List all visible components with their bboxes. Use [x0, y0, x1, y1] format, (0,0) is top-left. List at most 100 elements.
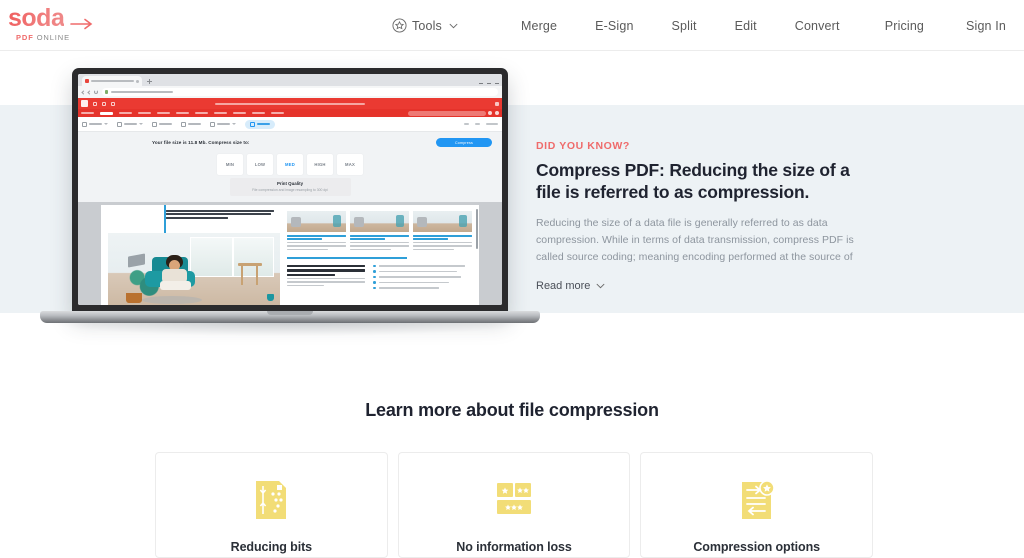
photo-laptop — [128, 253, 145, 267]
browser-tab[interactable] — [82, 76, 142, 86]
ribbon-tab-sign[interactable] — [233, 112, 246, 114]
help-icon[interactable] — [495, 101, 499, 106]
brand-logo[interactable]: soda PDF ONLINE — [8, 6, 104, 42]
zoom-control[interactable] — [486, 123, 498, 125]
ribbon-tab-edit[interactable] — [119, 112, 132, 114]
new-tab-icon[interactable] — [147, 79, 152, 84]
learn-more-cards: Reducing bits No information loss Compre… — [155, 452, 874, 558]
document-mini-cards — [287, 210, 472, 251]
quality-option-min-label: MIN — [225, 162, 235, 167]
nav-item-tools[interactable]: Tools — [392, 18, 458, 33]
mini-card-paragraph — [350, 242, 409, 251]
toolbar-export[interactable] — [117, 121, 143, 127]
save-icon[interactable] — [93, 101, 97, 106]
photo-plant-pot — [126, 292, 142, 303]
split-icon — [181, 121, 186, 127]
print-icon[interactable] — [102, 101, 106, 106]
ribbon-actions[interactable] — [495, 101, 499, 106]
toolbar-split[interactable] — [181, 121, 201, 127]
compress-submit-button[interactable]: Compress — [436, 138, 492, 147]
forward-icon[interactable] — [87, 89, 92, 95]
brand-tagline: PDF ONLINE — [16, 33, 70, 42]
card-no-information-loss[interactable]: No information loss — [397, 452, 631, 558]
ribbon-tab-forms[interactable] — [195, 112, 208, 114]
document-mini-card — [287, 210, 346, 251]
laptop-mockup: Your file size is 11.8 Mb. Compress size… — [40, 68, 540, 336]
card-reducing-bits[interactable]: Reducing bits — [155, 452, 388, 558]
ribbon-tab-connect[interactable] — [271, 112, 284, 114]
minimize-icon[interactable] — [479, 83, 483, 84]
ribbon-tab-review[interactable] — [176, 112, 189, 114]
export-icon — [117, 121, 122, 127]
quality-options: MIN LOW MED HIGH MAX — [78, 154, 502, 175]
toolbar-merge[interactable] — [152, 121, 172, 127]
toolbar-create[interactable] — [82, 121, 108, 127]
browser-nav-icons[interactable] — [81, 89, 98, 95]
toolbar-create-label — [89, 123, 102, 125]
chevron-down-icon — [139, 123, 143, 125]
document-left-column — [101, 204, 283, 305]
ribbon-tab-batch[interactable] — [252, 112, 265, 114]
nav-item-split[interactable]: Split — [672, 19, 697, 33]
brand-tagline-pdf: PDF — [16, 33, 34, 42]
close-window-icon[interactable] — [495, 83, 499, 84]
nav-links: Merge E-Sign Split Edit Convert — [521, 19, 840, 33]
read-more-button[interactable]: Read more — [536, 280, 605, 292]
nav-item-pricing[interactable]: Pricing — [885, 19, 924, 33]
star-circle-icon — [392, 18, 407, 33]
url-input[interactable] — [102, 88, 498, 96]
nav-item-merge[interactable]: Merge — [521, 19, 557, 33]
document-arrows-star-icon — [734, 477, 780, 523]
close-icon[interactable] — [136, 79, 139, 83]
nav-item-esign[interactable]: E-Sign — [595, 19, 633, 33]
rotate-icon[interactable] — [475, 123, 480, 125]
maximize-icon[interactable] — [487, 83, 491, 84]
quality-option-max[interactable]: MAX — [337, 154, 363, 175]
ribbon-tab-convert[interactable] — [100, 111, 113, 115]
toolbar-view-controls[interactable] — [464, 123, 498, 125]
ribbon-tab-row — [78, 109, 502, 117]
nav-item-sign-in[interactable]: Sign In — [966, 19, 1006, 33]
blocks-dots-icon — [491, 477, 537, 523]
chevron-down-icon — [597, 283, 605, 289]
quality-option-med-label: MED — [285, 162, 295, 167]
lock-icon — [105, 90, 108, 94]
hero-kicker: DID YOU KNOW? — [536, 140, 630, 152]
quality-option-high-label: HIGH — [314, 162, 326, 167]
document-bottom-section — [287, 264, 472, 293]
nav-item-edit[interactable]: Edit — [735, 19, 757, 33]
nav-secondary: Pricing Sign In — [885, 0, 1006, 51]
quality-option-low[interactable]: LOW — [247, 154, 273, 175]
quality-caption: Print Quality File compression and image… — [229, 178, 351, 196]
ribbon-tab-page[interactable] — [138, 112, 151, 114]
quality-option-med[interactable]: MED — [277, 154, 303, 175]
ribbon-tab-file[interactable] — [81, 112, 94, 114]
back-icon[interactable] — [81, 89, 86, 95]
ribbon-tab-ocr[interactable] — [214, 112, 227, 114]
undo-icon[interactable] — [111, 101, 115, 106]
toolbar-compress[interactable] — [245, 119, 275, 129]
ribbon-tab-comment[interactable] — [157, 112, 170, 114]
hero-body: Reducing the size of a data file is gene… — [536, 216, 854, 263]
window-controls[interactable] — [479, 83, 499, 84]
toolbar-advanced[interactable] — [210, 121, 236, 127]
quality-option-min[interactable]: MIN — [217, 154, 243, 175]
photo-person — [160, 254, 191, 291]
settings-icon[interactable] — [495, 111, 499, 115]
document-mini-card — [350, 210, 409, 251]
nav-item-convert[interactable]: Convert — [795, 19, 840, 33]
card-title: Reducing bits — [230, 540, 312, 554]
page-root: soda PDF ONLINE Tools Merge E-Sign Split… — [0, 0, 1024, 558]
chevron-down-icon — [232, 123, 236, 125]
document-scrollbar[interactable] — [475, 208, 478, 249]
account-icon[interactable] — [488, 111, 492, 115]
reload-icon[interactable] — [94, 90, 98, 94]
card-compression-options[interactable]: Compression options — [640, 452, 874, 558]
quality-caption-sub: File compression and image resampling to… — [252, 187, 328, 192]
chevron-down-icon — [449, 23, 458, 28]
ribbon-search-input[interactable] — [408, 110, 486, 116]
quality-option-high[interactable]: HIGH — [307, 154, 333, 175]
toolbar-merge-label — [159, 123, 172, 125]
fit-page-icon[interactable] — [464, 123, 469, 125]
ribbon-right-actions[interactable] — [488, 111, 499, 115]
